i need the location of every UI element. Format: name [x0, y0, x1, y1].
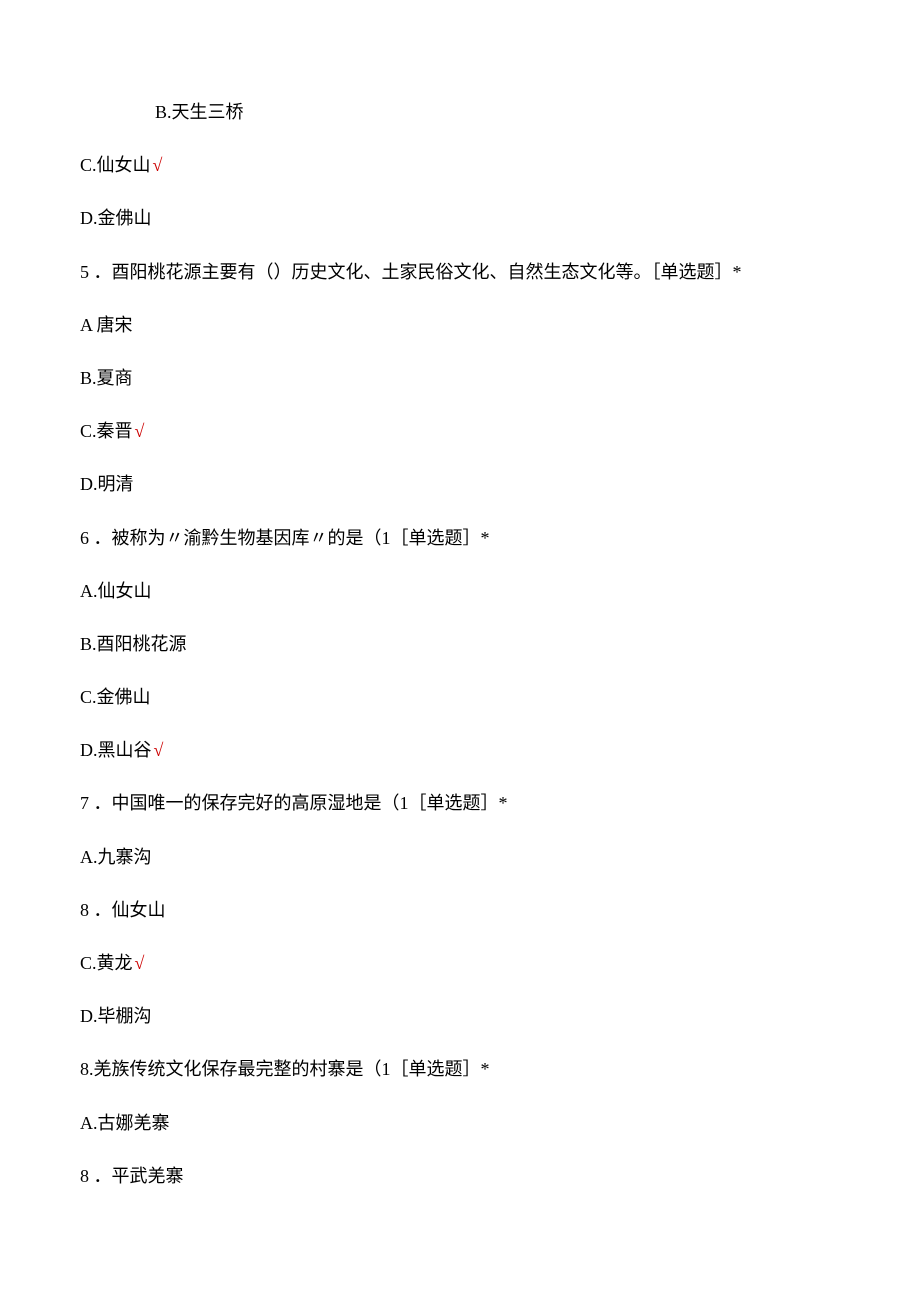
q8-option-a: A.古娜羌寨 — [80, 1111, 840, 1136]
q7-option-d: D.毕棚沟 — [80, 1004, 840, 1029]
check-icon: √ — [154, 740, 164, 760]
q5-option-a: A 唐宋 — [80, 313, 840, 338]
check-icon: √ — [135, 953, 145, 973]
q6-option-a: A.仙女山 — [80, 579, 840, 604]
q4-option-d: D.金佛山 — [80, 206, 840, 231]
q4-option-c: C.仙女山√ — [80, 153, 840, 178]
q4-option-b: B.天生三桥 — [80, 100, 840, 125]
check-icon: √ — [135, 421, 145, 441]
check-icon: √ — [153, 155, 163, 175]
q6-stem: 6 ．被称为〃渝黔生物基因库〃的是（1［单选题］* — [80, 526, 840, 551]
q6-option-d: D.黑山谷√ — [80, 738, 840, 763]
q7-option-c-text: C.黄龙 — [80, 953, 133, 973]
q5-option-b: B.夏商 — [80, 366, 840, 391]
q7-option-c: C.黄龙√ — [80, 951, 840, 976]
q6-option-c: C.金佛山 — [80, 685, 840, 710]
q5-stem: 5 ．酉阳桃花源主要有（）历史文化、土家民俗文化、自然生态文化等。［单选题］* — [80, 260, 840, 285]
q8-stem: 8.羌族传统文化保存最完整的村寨是（1［单选题］* — [80, 1057, 840, 1082]
q6-option-d-text: D.黑山谷 — [80, 740, 152, 760]
q7-stem: 7 ．中国唯一的保存完好的高原湿地是（1［单选题］* — [80, 791, 840, 816]
q7-option-b: 8 ．仙女山 — [80, 898, 840, 923]
q7-option-a: A.九寨沟 — [80, 845, 840, 870]
q6-option-b: B.酉阳桃花源 — [80, 632, 840, 657]
q8-option-b: 8 ．平武羌寨 — [80, 1164, 840, 1189]
q5-option-c: C.秦晋√ — [80, 419, 840, 444]
q5-option-c-text: C.秦晋 — [80, 421, 133, 441]
q4-option-c-text: C.仙女山 — [80, 155, 151, 175]
q5-option-d: D.明清 — [80, 472, 840, 497]
